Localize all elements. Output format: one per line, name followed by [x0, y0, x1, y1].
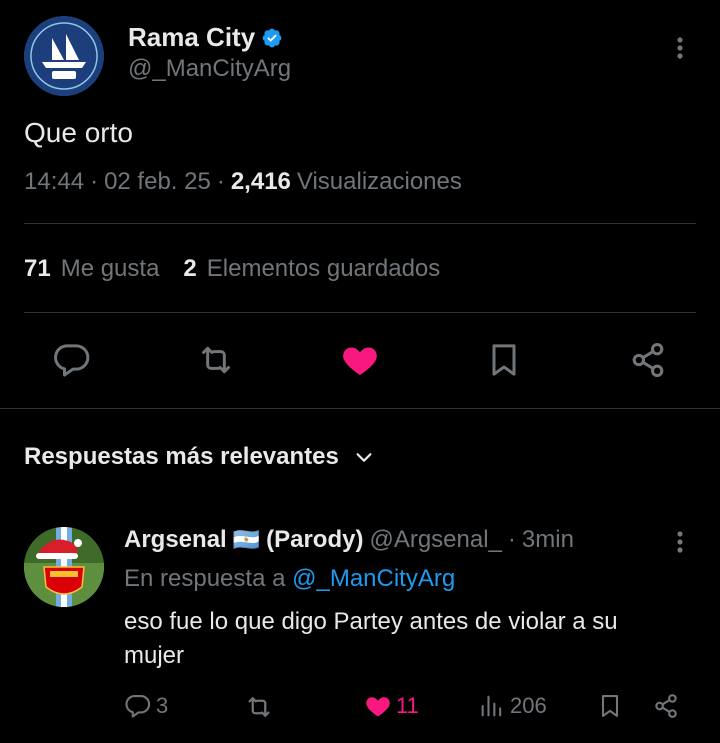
author-avatar[interactable]	[24, 16, 104, 96]
reply-text: eso fue lo que digo Partey antes de viol…	[124, 608, 618, 669]
author-handle[interactable]: @_ManCityArg	[128, 55, 291, 83]
separator-dot: ·	[90, 168, 99, 195]
share-icon	[655, 694, 677, 718]
heart-filled-icon	[366, 697, 390, 717]
reply-reply-button[interactable]: 3	[124, 692, 168, 720]
reply-share-button[interactable]	[652, 692, 680, 720]
reply-author-avatar[interactable]	[24, 527, 104, 607]
retweet-icon	[248, 697, 270, 717]
tweet-text: Que orto	[24, 117, 133, 148]
retweet-button[interactable]	[196, 340, 236, 380]
divider	[24, 223, 696, 224]
reply-to-line: En respuesta a @_ManCityArg	[124, 565, 455, 593]
reply-icon	[54, 344, 90, 377]
verified-badge-icon	[261, 27, 283, 49]
share-button[interactable]	[628, 340, 668, 380]
argentina-flag-icon: 🇦🇷	[232, 527, 261, 552]
reply-author-handle[interactable]: @Argsenal_	[369, 526, 501, 554]
bookmark-icon	[492, 344, 516, 376]
bookmark-button[interactable]	[484, 340, 524, 380]
more-options-icon[interactable]	[666, 34, 694, 62]
reply-button[interactable]	[52, 340, 92, 380]
replies-sort-dropdown[interactable]: Respuestas más relevantes	[24, 443, 375, 471]
reply-to-handle[interactable]: @_ManCityArg	[292, 565, 455, 592]
views-label: Visualizaciones	[296, 168, 462, 195]
analytics-icon	[481, 695, 502, 717]
tweet-meta: 14:44 · 02 feb. 25 · 2,416 Visualizacion…	[24, 168, 462, 196]
retweet-icon	[202, 346, 230, 374]
reply-retweet-button[interactable]	[244, 692, 274, 722]
author-name[interactable]: Rama City	[128, 22, 255, 53]
reply-time[interactable]: 3min	[522, 526, 574, 554]
tweet-date[interactable]: 02 feb. 25	[104, 168, 211, 196]
reply-reply-count: 3	[156, 693, 169, 718]
bookmarks-label[interactable]: Elementos guardados	[207, 255, 440, 283]
share-icon	[632, 343, 664, 377]
tweet-time[interactable]: 14:44	[24, 168, 84, 196]
reply-like-count: 11	[396, 693, 419, 718]
reply-bookmark-button[interactable]	[596, 692, 624, 720]
reply-icon	[125, 695, 151, 718]
likes-label[interactable]: Me gusta	[61, 255, 160, 283]
reply-author-name[interactable]: Argsenal	[124, 526, 227, 554]
like-button[interactable]	[340, 340, 380, 380]
reply-views-button[interactable]: 206	[478, 692, 547, 720]
views-count: 2,416	[230, 168, 291, 195]
chevron-down-icon	[356, 453, 372, 462]
bookmark-icon	[601, 695, 619, 717]
divider	[0, 408, 720, 409]
heart-filled-icon	[343, 347, 377, 375]
divider	[24, 312, 696, 313]
reply-header: Argsenal 🇦🇷 (Parody) @Argsenal_ · 3min	[124, 526, 574, 554]
likes-count[interactable]: 71	[24, 255, 51, 283]
reply-to-prefix: En respuesta a	[124, 565, 286, 592]
reply-view-count: 206	[510, 693, 547, 718]
more-options-icon[interactable]	[666, 528, 694, 556]
author-name-row[interactable]: Rama City	[128, 22, 283, 53]
separator-dot: ·	[507, 526, 516, 553]
bookmarks-count[interactable]: 2	[183, 255, 196, 283]
reply-like-button[interactable]: 11	[364, 692, 419, 720]
separator-dot: ·	[216, 168, 225, 195]
reply-author-suffix[interactable]: (Parody)	[266, 526, 363, 554]
replies-sort-label[interactable]: Respuestas más relevantes	[24, 443, 339, 471]
engagement-stats: 71 Me gusta 2 Elementos guardados	[24, 255, 440, 283]
